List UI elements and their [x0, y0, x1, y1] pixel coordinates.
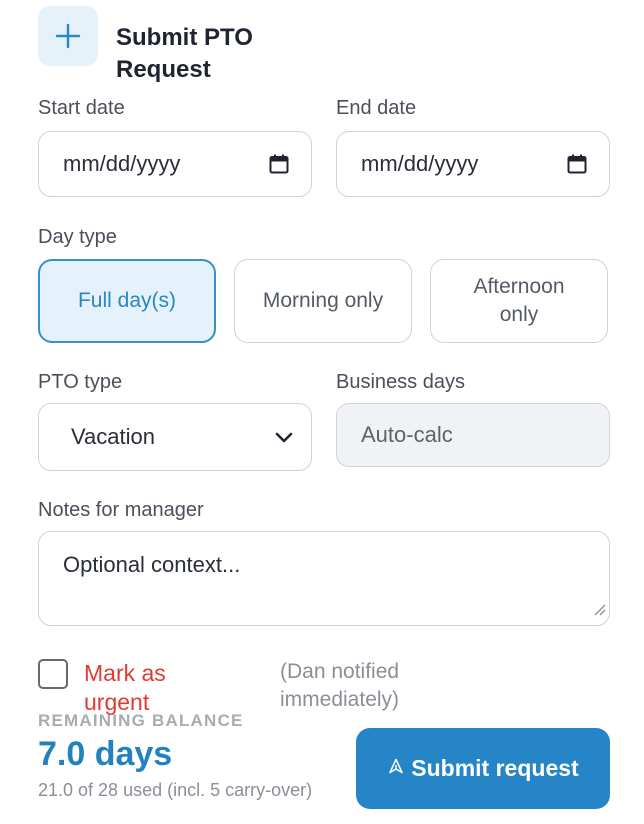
balance-label: REMAINING BALANCE — [38, 711, 244, 730]
calendar-icon[interactable] — [269, 154, 289, 174]
business-days-label: Business days — [336, 371, 465, 393]
start-date-input[interactable]: mm/dd/yyyy — [38, 131, 312, 197]
pto-type-label: PTO type — [38, 371, 123, 393]
submit-request-button[interactable]: Submit request — [356, 728, 610, 809]
page-title: Submit PTO Request — [116, 24, 253, 83]
notes-textarea[interactable]: Optional context... — [38, 531, 610, 626]
end-date-input[interactable]: mm/dd/yyyy — [336, 131, 610, 197]
business-days-placeholder: Auto-calc — [361, 422, 453, 447]
end-date-placeholder: mm/dd/yyyy — [361, 151, 479, 176]
day-type-label: Day type — [38, 226, 117, 248]
plus-icon — [38, 6, 98, 66]
balance-used: 21.0 of 28 used (incl. 5 carry-over) — [38, 780, 313, 800]
day-type-morning[interactable]: Morning only — [234, 259, 412, 343]
business-days-field: Auto-calc — [336, 403, 610, 467]
panel-header: Submit PTO Request — [38, 6, 296, 86]
resize-grip-icon[interactable] — [592, 596, 606, 622]
submit-label: Submit request — [411, 755, 579, 781]
urgent-checkbox[interactable] — [38, 659, 68, 689]
day-type-afternoon[interactable]: Afternoon only — [430, 259, 608, 343]
notes-label: Notes for manager — [38, 499, 204, 521]
day-type-full-day[interactable]: Full day(s) — [38, 259, 216, 343]
notes-placeholder: Optional context... — [63, 552, 241, 577]
pto-type-value: Vacation — [71, 424, 155, 449]
urgent-label[interactable]: Mark as urgent — [84, 659, 234, 717]
urgent-note: (Dan notified immediately) — [280, 660, 400, 711]
start-date-placeholder: mm/dd/yyyy — [63, 151, 181, 176]
send-icon — [388, 758, 404, 779]
pto-request-panel: Submit PTO Request Start date End date m… — [38, 0, 610, 824]
pto-type-select[interactable]: Vacation — [38, 403, 312, 471]
end-date-label: End date — [336, 97, 417, 119]
calendar-icon[interactable] — [567, 154, 587, 174]
balance-value: 7.0 days — [38, 735, 173, 773]
chevron-down-icon — [275, 424, 293, 450]
start-date-label: Start date — [38, 97, 125, 119]
